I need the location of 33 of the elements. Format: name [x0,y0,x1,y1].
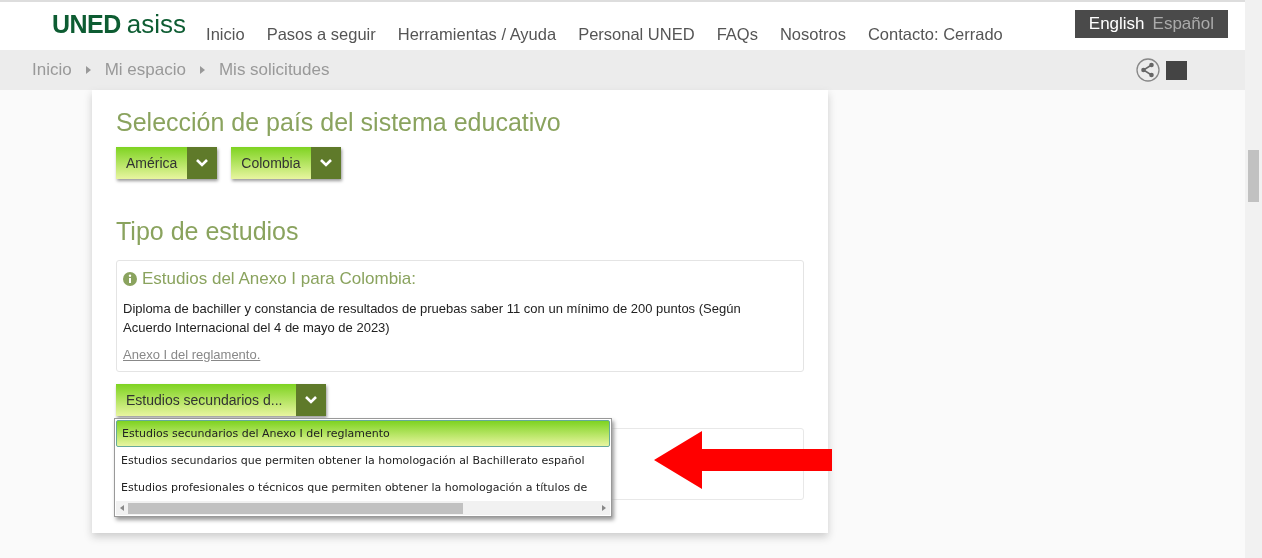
chevron-down-icon [305,396,317,404]
language-link[interactable]: English [1088,14,1145,34]
scroll-right-icon[interactable] [602,505,606,511]
section-title: Selección de país del sistema educativo [116,108,562,137]
share-icon[interactable] [1136,58,1160,82]
vertical-scrollbar[interactable] [1245,0,1262,558]
info-text: Diploma de bachiller y constancia de resultados de pruebas saber 11 con un mínimo de 200 puntos (Según Acuerdo Internacional del 4 de mayo de 2023) [123,300,742,337]
section-title: Tipo de estudios [116,217,300,246]
caret-icon [85,66,91,74]
nav-link[interactable]: FAQs [716,25,758,44]
nav-link[interactable]: Contacto: Cerrado [867,25,1003,44]
chevron-down-icon [196,159,209,167]
language-link[interactable]: Español [1152,14,1214,34]
chevron-down-icon [319,159,332,167]
info-title: Estudios del Anexo I para Colombia: [142,269,417,289]
scroll-left-icon[interactable] [120,505,124,511]
dropdown-option[interactable]: Estudios profesionales o técnicos que permiten obtener la homologación a títulos de [116,474,610,501]
nav-link[interactable]: Nosotros [779,25,846,44]
nav-link[interactable]: Pasos a seguir [266,25,376,44]
nav-link[interactable]: Personal UNED [578,25,695,44]
dropdown[interactable]: Estudios secundarios d... [116,384,326,416]
regulation-link[interactable]: Anexo I del reglamento. [123,347,261,362]
logo[interactable]: UNED asiss [52,9,187,50]
dropdown[interactable]: Colombia [231,147,341,179]
dropdown-option[interactable]: Estudios secundarios del Anexo I del reglamento [116,420,610,447]
logo-icon[interactable] [1166,60,1187,80]
dropdown-option[interactable]: Estudios secundarios que permiten obtener la homologación al Bachillerato español [116,447,610,474]
dropdown[interactable]: América [116,147,218,179]
caret-icon [199,66,205,74]
horizontal-scrollbar[interactable] [116,501,610,515]
nav-link[interactable]: Inicio [206,25,245,44]
info-icon [123,272,137,286]
nav-link[interactable]: Herramientas / Ayuda [397,25,557,44]
